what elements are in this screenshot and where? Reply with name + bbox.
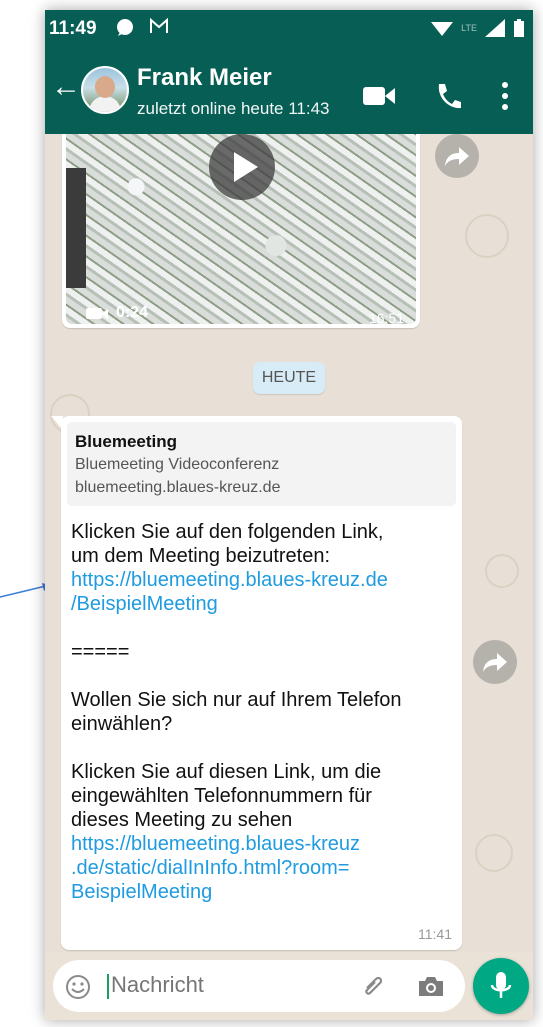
date-divider: HEUTE [253, 362, 325, 394]
status-bar: 11:49 LTE [45, 10, 533, 44]
dialin-link[interactable]: https://bluemeeting.blaues-kreuz [71, 832, 456, 856]
video-thumbnail[interactable]: 0:24 16:51 [66, 134, 416, 324]
mic-button[interactable] [473, 958, 529, 1014]
link-preview-domain: bluemeeting.blaues-kreuz.de [75, 479, 281, 496]
mail-icon [150, 17, 168, 33]
network-type: LTE [461, 23, 477, 33]
forward-button[interactable] [473, 640, 517, 684]
message-line: dieses Meeting zu sehen [71, 809, 293, 831]
meeting-link-cont[interactable]: /BeispielMeeting [71, 592, 456, 616]
back-arrow-icon[interactable]: ← [51, 72, 81, 102]
forward-icon [483, 653, 507, 672]
video-camera-icon [86, 307, 108, 319]
video-call-icon[interactable] [363, 84, 397, 108]
video-duration: 0:24 [116, 304, 149, 321]
forward-icon [445, 147, 469, 166]
video-timestamp: 16:51 [368, 310, 404, 324]
microphone-icon [490, 972, 512, 998]
message-timestamp: 11:41 [418, 926, 452, 942]
text-message[interactable]: Bluemeeting Bluemeeting Videoconferenz b… [51, 416, 462, 950]
message-line: eingewählten Telefonnummern für [71, 785, 372, 807]
attachment-icon[interactable] [359, 972, 387, 1000]
battery-icon [514, 19, 524, 37]
chat-header: ← Frank Meier zuletzt online heute 11:43 [45, 44, 533, 134]
link-preview[interactable]: Bluemeeting Bluemeeting Videoconferenz b… [67, 422, 456, 506]
phone-call-icon[interactable] [435, 82, 461, 110]
video-message[interactable]: 0:24 16:51 [62, 134, 420, 328]
link-preview-description: Bluemeeting Videoconferenz [75, 456, 280, 473]
phone-screen: 11:49 LTE ← Frank Meier zuletzt online h… [45, 10, 533, 1020]
chat-area[interactable]: 0:24 16:51 HEUTE Bluemeeting Bluemeeting… [45, 134, 533, 952]
message-composer[interactable] [53, 960, 465, 1012]
camera-icon[interactable] [417, 974, 445, 998]
last-seen-status: zuletzt online heute 11:43 [137, 99, 330, 118]
wifi-icon [431, 22, 454, 36]
message-line: Klicken Sie auf diesen Link, um die [71, 761, 382, 783]
more-options-icon[interactable] [500, 81, 510, 111]
message-line: Klicken Sie auf den folgenden Link, [71, 521, 384, 543]
play-button[interactable] [209, 134, 275, 200]
signal-icon [485, 19, 505, 37]
message-body: Klicken Sie auf den folgenden Link, um d… [71, 520, 456, 904]
separator-line: ===== [71, 641, 130, 663]
dialin-link-cont[interactable]: BeispielMeeting [71, 880, 456, 904]
message-input[interactable] [111, 972, 331, 998]
message-line: Wollen Sie sich nur auf Ihrem Telefon [71, 689, 402, 711]
composer-bar [45, 952, 533, 1020]
meeting-link[interactable]: https://bluemeeting.blaues-kreuz.de [71, 568, 456, 592]
message-line: um dem Meeting beizutreten: [71, 545, 331, 567]
message-line: einwählen? [71, 713, 173, 735]
link-preview-title: Bluemeeting [75, 432, 178, 451]
forward-button[interactable] [435, 134, 479, 178]
status-time: 11:49 [49, 18, 97, 39]
chat-bubble-icon [117, 19, 133, 36]
contact-name[interactable]: Frank Meier [137, 64, 272, 92]
avatar[interactable] [81, 66, 129, 114]
emoji-icon[interactable] [65, 974, 91, 1000]
dialin-link-cont[interactable]: .de/static/dialInInfo.html?room= [71, 856, 456, 880]
